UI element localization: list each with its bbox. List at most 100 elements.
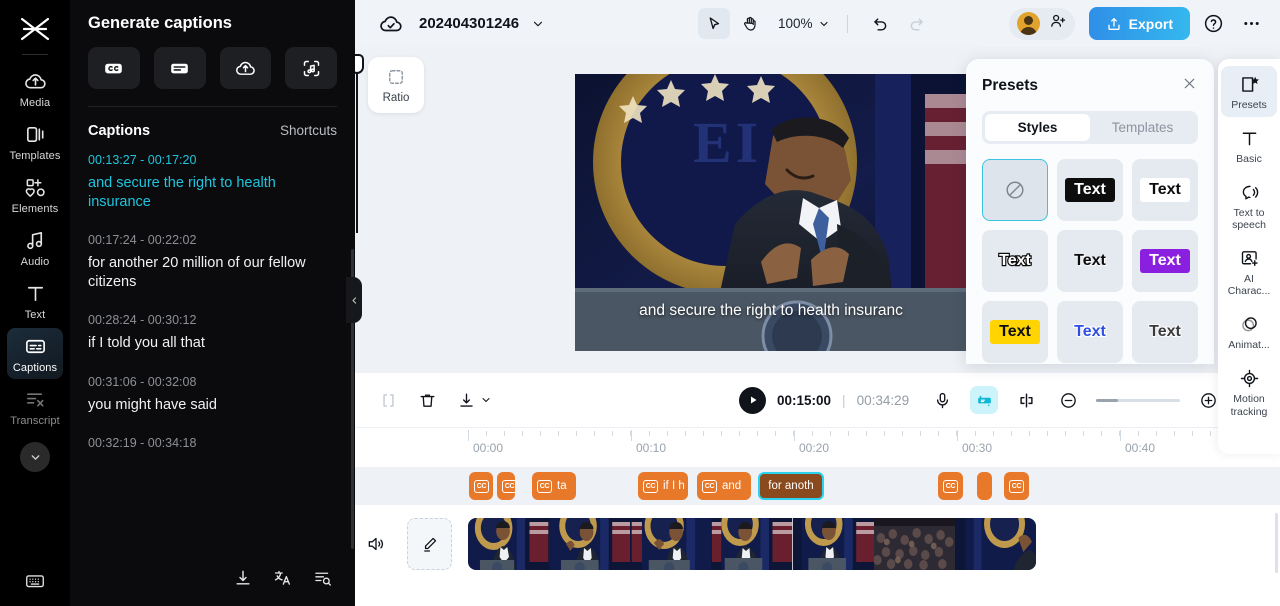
presets-grid: Text Text Text Text Text Text Text Text <box>966 144 1214 363</box>
minus-circle-icon[interactable] <box>1054 386 1082 414</box>
tab-templates[interactable]: Templates <box>1090 114 1195 141</box>
rail-keyboard-shortcuts[interactable] <box>0 570 70 592</box>
sidebar-item-text[interactable]: Text <box>7 275 63 326</box>
list-item[interactable]: 00:13:27 - 00:17:20 and secure the right… <box>88 153 337 211</box>
preset-plain-black[interactable]: Text <box>1057 230 1123 292</box>
caption-text[interactable]: you might have said <box>88 396 337 415</box>
caption-time: 00:13:27 - 00:17:20 <box>88 153 197 167</box>
timeline-ruler[interactable]: 00:00 00:10 00:20 00:30 00:40 <box>355 427 1280 461</box>
redo-icon[interactable] <box>901 8 933 39</box>
more-dots-icon[interactable] <box>1236 9 1266 39</box>
timeline-scrollbar[interactable] <box>1275 513 1278 573</box>
time-separator: | <box>842 392 846 408</box>
sidebar-item-templates[interactable]: Templates <box>7 116 63 167</box>
add-user-icon[interactable] <box>1049 12 1067 35</box>
preset-yellow-fill[interactable]: Text <box>982 301 1048 363</box>
video-thumbnail <box>954 518 1036 570</box>
hand-icon[interactable] <box>734 8 766 39</box>
preset-purple-fill[interactable]: Text <box>1132 230 1198 292</box>
caption-text[interactable]: and secure the right to health insurance <box>88 174 337 211</box>
ratio-button[interactable]: Ratio <box>368 57 424 113</box>
cloud-check-icon[interactable] <box>379 12 403 36</box>
project-chevron-down-icon[interactable] <box>531 17 545 31</box>
video-thumbnail <box>873 518 955 570</box>
export-button[interactable]: Export <box>1088 7 1190 40</box>
right-item-basic[interactable]: Basic <box>1221 120 1277 171</box>
trash-icon[interactable] <box>418 391 437 410</box>
manual-captions-button[interactable] <box>153 47 206 89</box>
account-area[interactable] <box>1008 7 1075 40</box>
right-item-text-to-speech[interactable]: Text to speech <box>1221 174 1277 237</box>
caption-clip[interactable]: CC <box>938 472 963 500</box>
caption-clip-selected[interactable]: for anoth <box>758 472 824 500</box>
list-search-icon[interactable] <box>313 568 333 593</box>
video-thumbnail <box>468 518 550 570</box>
microphone-icon[interactable] <box>928 386 956 414</box>
capcut-logo-icon[interactable] <box>14 8 56 50</box>
captions-list[interactable]: 00:13:27 - 00:17:20 and secure the right… <box>70 139 355 554</box>
list-item[interactable]: 00:17:24 - 00:22:02 for another 20 milli… <box>88 233 337 291</box>
sidebar-item-elements[interactable]: Elements <box>7 169 63 220</box>
captions-track[interactable]: CC CC CC ta CC if I h CC and for anoth C… <box>355 467 1280 505</box>
preset-black-fill[interactable]: Text <box>1057 159 1123 221</box>
translate-icon[interactable] <box>273 568 293 593</box>
preset-none[interactable] <box>982 159 1048 221</box>
rail-expand-chevron-down-icon[interactable] <box>20 442 50 472</box>
caption-clip[interactable]: CC <box>497 472 515 500</box>
auto-captions-button[interactable] <box>88 47 140 89</box>
caption-text[interactable]: if I told you all that <box>88 334 337 353</box>
shortcuts-link[interactable]: Shortcuts <box>280 123 337 138</box>
speaker-icon[interactable] <box>355 534 397 554</box>
caption-clip-label: if I h <box>663 480 685 492</box>
zoom-level-dropdown[interactable]: 100% <box>778 16 830 31</box>
caption-clip[interactable]: CC <box>1004 472 1029 500</box>
video-stage[interactable]: EI and secure the right to health insura… <box>575 74 967 351</box>
right-item-motion-tracking[interactable]: Motion tracking <box>1221 360 1277 423</box>
sidebar-item-transcript[interactable]: Transcript <box>7 381 63 432</box>
help-circle-icon[interactable] <box>1198 9 1228 39</box>
preset-blue-outline[interactable]: Text <box>1057 301 1123 363</box>
panel-collapse-chevron-left-icon[interactable] <box>346 277 362 323</box>
caption-clip[interactable]: CC if I h <box>638 472 688 500</box>
right-item-presets[interactable]: Presets <box>1221 66 1277 118</box>
project-title[interactable]: 202404301246 <box>419 15 519 32</box>
sidebar-item-captions[interactable]: Captions <box>7 328 63 379</box>
cc-icon: CC <box>702 479 717 493</box>
caption-clip[interactable]: CC and <box>697 472 751 500</box>
list-item[interactable]: 00:31:06 - 00:32:08 you might have said <box>88 375 337 415</box>
list-item[interactable]: 00:32:19 - 00:34:18 <box>88 436 337 450</box>
caption-style-icon[interactable] <box>970 386 998 414</box>
sidebar-label-transcript: Transcript <box>10 415 60 427</box>
preset-white-fill[interactable]: Text <box>1132 159 1198 221</box>
preset-white-outline-black[interactable]: Text <box>982 230 1048 292</box>
download-caret-icon[interactable] <box>457 391 492 410</box>
split-clip-icon[interactable] <box>1012 386 1040 414</box>
undo-icon[interactable] <box>865 8 897 39</box>
list-item[interactable]: 00:28:24 - 00:30:12 if I told you all th… <box>88 313 337 353</box>
play-button[interactable] <box>739 386 766 414</box>
caption-clip[interactable]: CC ta <box>532 472 576 500</box>
right-item-ai-character[interactable]: AI Charac... <box>1221 240 1277 303</box>
trim-brackets-icon[interactable] <box>379 391 398 410</box>
upload-captions-button[interactable] <box>219 47 272 89</box>
download-icon[interactable] <box>233 568 253 593</box>
sidebar-item-media[interactable]: Media <box>7 63 63 114</box>
avatar[interactable] <box>1016 12 1040 35</box>
sidebar-item-audio[interactable]: Audio <box>7 222 63 273</box>
video-clip[interactable] <box>468 518 1036 570</box>
tab-styles[interactable]: Styles <box>985 114 1090 141</box>
lyrics-captions-button[interactable] <box>285 47 337 89</box>
close-icon[interactable] <box>1181 75 1198 97</box>
video-track[interactable] <box>355 513 1280 575</box>
right-item-animation[interactable]: Animat... <box>1221 306 1277 357</box>
cursor-arrow-icon[interactable] <box>698 8 730 39</box>
zoom-level-value: 100% <box>778 16 813 31</box>
caption-clip[interactable]: CC <box>469 472 493 500</box>
sidebar-label-templates: Templates <box>9 150 61 162</box>
preset-thin-outline[interactable]: Text <box>1132 301 1198 363</box>
pencil-icon[interactable] <box>407 518 452 570</box>
caption-time: 00:28:24 - 00:30:12 <box>88 313 197 328</box>
caption-clip[interactable] <box>977 472 992 500</box>
zoom-slider[interactable] <box>1096 398 1180 402</box>
caption-text[interactable]: for another 20 million of our fellow cit… <box>88 254 337 291</box>
